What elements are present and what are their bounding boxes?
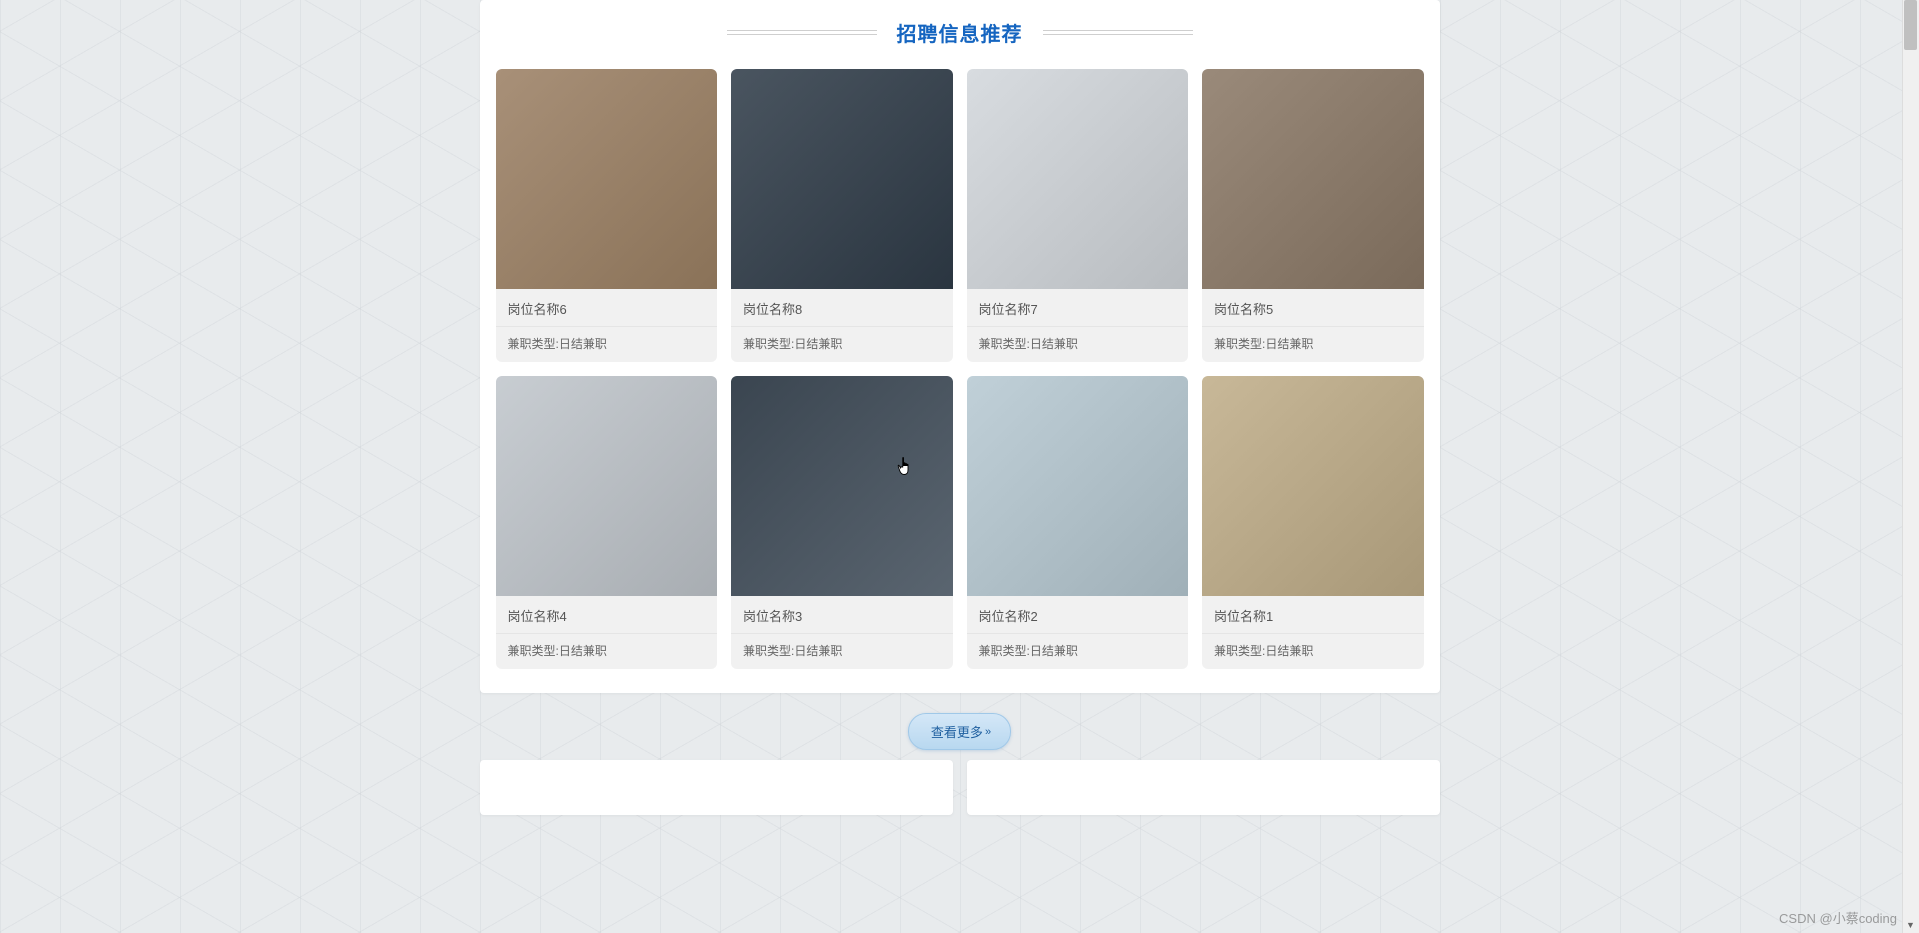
job-title: 岗位名称2	[967, 596, 1189, 634]
job-title: 岗位名称7	[967, 289, 1189, 327]
job-card[interactable]: 岗位名称3 兼职类型:日结兼职	[731, 376, 953, 669]
bottom-card-left	[480, 760, 953, 815]
vertical-scrollbar[interactable]: ▲ ▼	[1902, 0, 1919, 933]
job-type: 兼职类型:日结兼职	[496, 327, 718, 362]
decorative-line-right	[1043, 30, 1193, 35]
job-info: 岗位名称2 兼职类型:日结兼职	[967, 596, 1189, 669]
job-info: 岗位名称8 兼职类型:日结兼职	[731, 289, 953, 362]
job-image	[496, 69, 718, 289]
job-type: 兼职类型:日结兼职	[496, 634, 718, 669]
job-image	[1202, 69, 1424, 289]
job-title: 岗位名称4	[496, 596, 718, 634]
job-title: 岗位名称3	[731, 596, 953, 634]
scrollbar-arrow-down-icon[interactable]: ▼	[1902, 916, 1919, 933]
section-title: 招聘信息推荐	[897, 18, 1023, 47]
job-card-grid: 岗位名称6 兼职类型:日结兼职 岗位名称8 兼职类型:日结兼职 岗位名称7 兼职…	[496, 69, 1424, 669]
job-info: 岗位名称1 兼职类型:日结兼职	[1202, 596, 1424, 669]
more-button-container: 查看更多 »	[0, 713, 1919, 750]
job-image	[731, 69, 953, 289]
job-card[interactable]: 岗位名称6 兼职类型:日结兼职	[496, 69, 718, 362]
decorative-line-left	[727, 30, 877, 35]
job-image	[731, 376, 953, 596]
job-card[interactable]: 岗位名称8 兼职类型:日结兼职	[731, 69, 953, 362]
job-type: 兼职类型:日结兼职	[967, 327, 1189, 362]
watermark-text: CSDN @小蔡coding	[1779, 908, 1897, 927]
job-card[interactable]: 岗位名称5 兼职类型:日结兼职	[1202, 69, 1424, 362]
job-type: 兼职类型:日结兼职	[967, 634, 1189, 669]
job-type: 兼职类型:日结兼职	[731, 327, 953, 362]
job-image	[1202, 376, 1424, 596]
job-info: 岗位名称5 兼职类型:日结兼职	[1202, 289, 1424, 362]
job-card[interactable]: 岗位名称1 兼职类型:日结兼职	[1202, 376, 1424, 669]
job-title: 岗位名称5	[1202, 289, 1424, 327]
job-title: 岗位名称8	[731, 289, 953, 327]
job-card[interactable]: 岗位名称2 兼职类型:日结兼职	[967, 376, 1189, 669]
job-info: 岗位名称4 兼职类型:日结兼职	[496, 596, 718, 669]
job-info: 岗位名称3 兼职类型:日结兼职	[731, 596, 953, 669]
job-image	[496, 376, 718, 596]
chevron-right-icon: »	[985, 726, 988, 738]
scrollbar-thumb[interactable]	[1904, 0, 1917, 50]
bottom-card-right	[967, 760, 1440, 815]
job-type: 兼职类型:日结兼职	[1202, 327, 1424, 362]
job-type: 兼职类型:日结兼职	[1202, 634, 1424, 669]
view-more-label: 查看更多	[931, 722, 983, 741]
section-header: 招聘信息推荐	[496, 18, 1424, 47]
job-card[interactable]: 岗位名称4 兼职类型:日结兼职	[496, 376, 718, 669]
job-info: 岗位名称6 兼职类型:日结兼职	[496, 289, 718, 362]
bottom-section	[480, 760, 1440, 815]
job-type: 兼职类型:日结兼职	[731, 634, 953, 669]
view-more-button[interactable]: 查看更多 »	[908, 713, 1011, 750]
job-image	[967, 376, 1189, 596]
job-image	[967, 69, 1189, 289]
job-info: 岗位名称7 兼职类型:日结兼职	[967, 289, 1189, 362]
job-title: 岗位名称1	[1202, 596, 1424, 634]
job-card[interactable]: 岗位名称7 兼职类型:日结兼职	[967, 69, 1189, 362]
job-title: 岗位名称6	[496, 289, 718, 327]
recruitment-section: 招聘信息推荐 岗位名称6 兼职类型:日结兼职 岗位名称8 兼职类型:日结兼职 岗…	[480, 0, 1440, 693]
